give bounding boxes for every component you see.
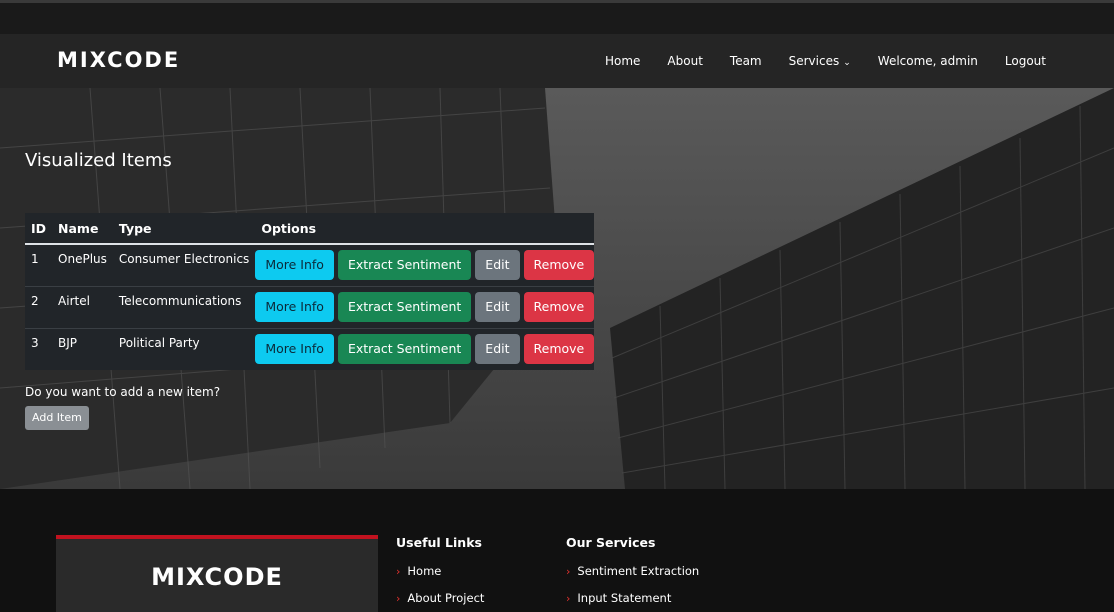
col-id-header: ID bbox=[25, 213, 53, 245]
remove-button[interactable]: Remove bbox=[523, 250, 595, 280]
col-name-header: Name bbox=[52, 213, 113, 245]
remove-button[interactable]: Remove bbox=[523, 334, 595, 364]
nav-services[interactable]: Services ⌄ bbox=[789, 54, 851, 68]
footer-link-label: About Project bbox=[407, 591, 485, 605]
cell-name: OnePlus bbox=[58, 252, 107, 266]
cell-name: Airtel bbox=[52, 285, 113, 328]
navbar: MIXCODE Home About Team Services ⌄ Welcom… bbox=[0, 34, 1114, 88]
footer-link-label: Input Statement bbox=[577, 591, 672, 605]
table-row: 2 Airtel Telecommunications More Info Ex… bbox=[25, 285, 595, 328]
cell-options: More Info Extract Sentiment Edit Remove bbox=[255, 328, 595, 370]
table-header-row: ID Name Type Options bbox=[25, 213, 595, 245]
nav-home[interactable]: Home bbox=[605, 54, 640, 68]
more-info-button[interactable]: More Info bbox=[255, 292, 334, 322]
footer-brand-box: MIXCODE bbox=[56, 535, 378, 612]
edit-button[interactable]: Edit bbox=[475, 334, 520, 364]
cell-type: Telecommunications bbox=[112, 285, 256, 328]
edit-button[interactable]: Edit bbox=[475, 292, 520, 322]
edit-button[interactable]: Edit bbox=[475, 250, 520, 280]
chevron-right-icon: › bbox=[396, 592, 401, 605]
chevron-right-icon: › bbox=[566, 565, 571, 578]
more-info-button[interactable]: More Info bbox=[255, 250, 334, 280]
top-strip bbox=[0, 0, 1114, 34]
extract-sentiment-button[interactable]: Extract Sentiment bbox=[337, 292, 472, 322]
footer-useful-links: Useful Links › Home › About Project bbox=[396, 535, 484, 612]
nav-about[interactable]: About bbox=[667, 54, 702, 68]
table-row: 1 OnePlus Consumer Electronics More Info… bbox=[25, 244, 595, 286]
nav-team[interactable]: Team bbox=[730, 54, 762, 68]
cell-id: 2 bbox=[25, 285, 53, 328]
cell-name: BJP bbox=[52, 327, 113, 370]
table-row: 3 BJP Political Party More Info Extract … bbox=[25, 327, 595, 370]
add-item-button[interactable]: Add Item bbox=[25, 406, 89, 430]
nav-logout[interactable]: Logout bbox=[1005, 54, 1046, 68]
cell-options: More Info Extract Sentiment Edit Remove bbox=[255, 245, 595, 286]
add-item-prompt: Do you want to add a new item? bbox=[25, 385, 221, 399]
hero-section: Visualized Items ID Name Type Options 1 … bbox=[0, 88, 1114, 489]
footer: MIXCODE Useful Links › Home › About Projec… bbox=[0, 489, 1114, 612]
footer-service-sentiment[interactable]: › Sentiment Extraction bbox=[566, 564, 699, 578]
more-info-button[interactable]: More Info bbox=[255, 334, 334, 364]
footer-link-label: Home bbox=[407, 564, 442, 578]
brand-logo[interactable]: MIXCODE bbox=[57, 48, 180, 72]
footer-logo: MIXCODE bbox=[151, 563, 283, 591]
chevron-right-icon: › bbox=[396, 565, 401, 578]
footer-link-about-project[interactable]: › About Project bbox=[396, 591, 484, 605]
cell-options: More Info Extract Sentiment Edit Remove bbox=[255, 286, 595, 328]
chevron-right-icon: › bbox=[566, 592, 571, 605]
footer-services: Our Services › Sentiment Extraction › Inpu… bbox=[566, 535, 699, 612]
chevron-down-icon: ⌄ bbox=[843, 58, 851, 68]
nav-services-label: Services bbox=[788, 54, 840, 68]
extract-sentiment-button[interactable]: Extract Sentiment bbox=[337, 250, 472, 280]
footer-link-label: Sentiment Extraction bbox=[577, 564, 700, 578]
cell-type: Political Party bbox=[112, 327, 256, 370]
cell-id: 3 bbox=[25, 327, 53, 370]
page-title: Visualized Items bbox=[25, 150, 172, 171]
useful-links-heading: Useful Links bbox=[396, 535, 482, 550]
cell-type: Consumer Electronics bbox=[118, 252, 250, 266]
col-options-header: Options bbox=[255, 213, 595, 245]
cell-id: 1 bbox=[31, 252, 39, 266]
col-type-header: Type bbox=[112, 213, 256, 245]
nav-menu: Home About Team Services ⌄ Welcome, admin… bbox=[605, 34, 1046, 88]
remove-button[interactable]: Remove bbox=[523, 292, 595, 322]
extract-sentiment-button[interactable]: Extract Sentiment bbox=[337, 334, 472, 364]
nav-welcome[interactable]: Welcome, admin bbox=[878, 54, 978, 68]
services-heading: Our Services bbox=[566, 535, 656, 550]
footer-link-home[interactable]: › Home bbox=[396, 564, 484, 578]
items-table: ID Name Type Options 1 OnePlus Consumer … bbox=[25, 213, 595, 370]
footer-service-input[interactable]: › Input Statement bbox=[566, 591, 699, 605]
